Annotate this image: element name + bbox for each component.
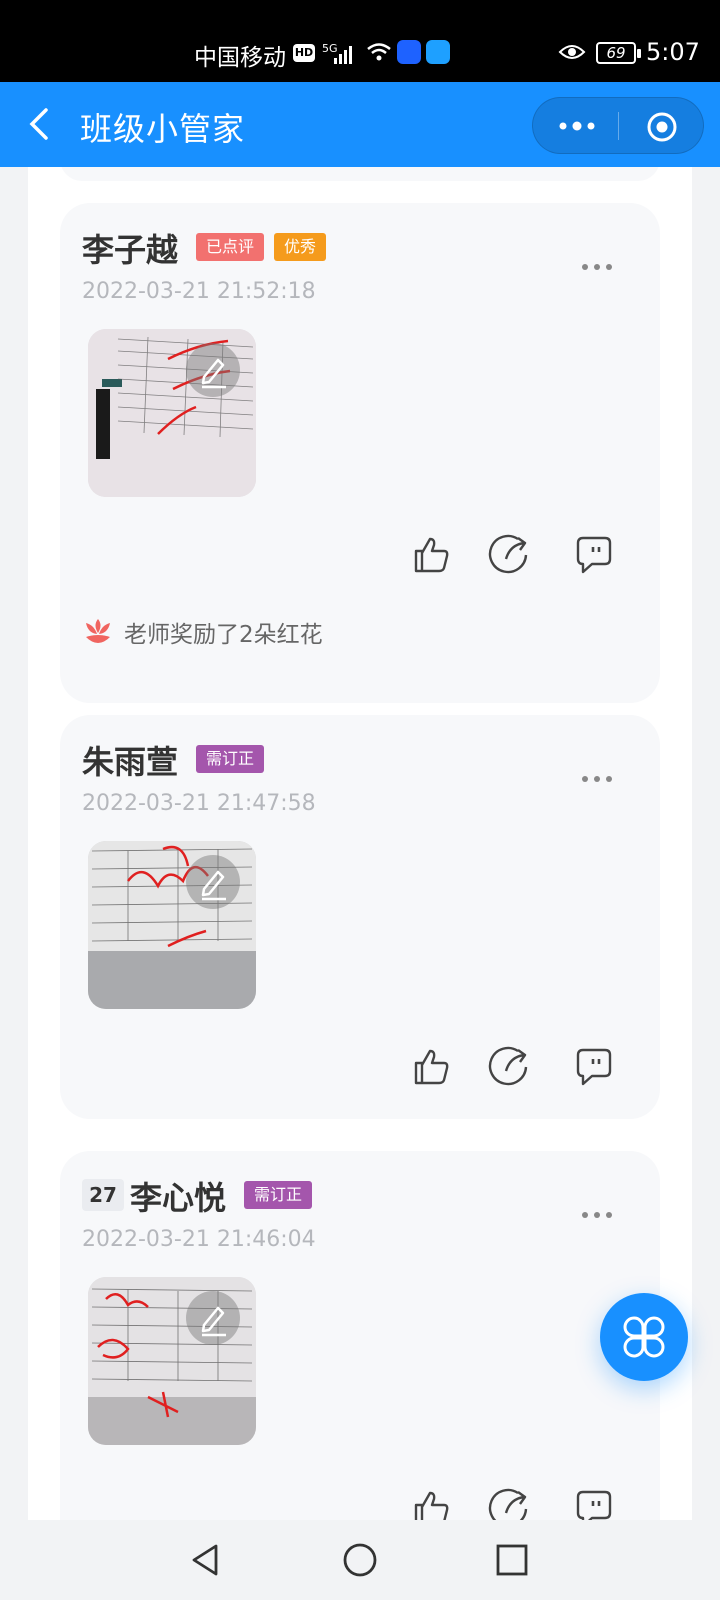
post-time: 2022-03-21 21:52:18	[82, 279, 316, 304]
quick-menu-button[interactable]	[600, 1293, 688, 1381]
status-badge-excellent: 优秀	[274, 233, 327, 261]
status-bar: 中国移动 HD 5G 69 5:07	[0, 0, 720, 82]
comment-icon[interactable]	[572, 533, 616, 577]
home-circle-icon[interactable]	[340, 1540, 380, 1580]
like-icon[interactable]	[408, 533, 452, 577]
page-title: 班级小管家	[80, 110, 246, 148]
post-actions	[408, 1045, 618, 1089]
status-badge-reviewed: 已点评	[196, 233, 265, 261]
eye-comfort-icon	[558, 45, 586, 59]
homework-photo[interactable]	[88, 841, 256, 1009]
homework-photo[interactable]	[88, 329, 256, 497]
clock: 5:07	[646, 38, 700, 66]
share-icon[interactable]	[488, 1487, 532, 1520]
clover-grid-icon	[623, 1316, 665, 1358]
student-number-badge: 27	[82, 1179, 124, 1211]
app-bulb-icon	[397, 40, 421, 64]
post-actions	[408, 1487, 618, 1520]
post-actions	[408, 533, 618, 577]
more-dots-icon[interactable]	[557, 112, 597, 140]
app-search-icon	[426, 40, 450, 64]
homework-photo[interactable]	[88, 1277, 256, 1445]
status-badge-correction: 需订正	[196, 745, 265, 773]
like-icon[interactable]	[408, 1045, 452, 1089]
status-badge-correction: 需订正	[244, 1181, 313, 1209]
share-icon[interactable]	[488, 533, 532, 577]
system-navigation-bar	[0, 1520, 720, 1600]
post-card: 李子越 已点评 优秀 2022-03-21 21:52:18 老师奖励了2朵红花	[60, 203, 660, 703]
chevron-left-icon[interactable]	[22, 104, 58, 144]
post-card: 27 李心悦 需订正 2022-03-21 21:46:04	[60, 1151, 660, 1520]
target-close-icon[interactable]	[645, 110, 679, 144]
signal-icon	[334, 46, 352, 64]
comment-icon[interactable]	[572, 1045, 616, 1089]
capsule-divider	[618, 112, 619, 140]
annotate-button[interactable]	[186, 1291, 240, 1345]
pen-icon	[201, 870, 226, 901]
recents-square-icon[interactable]	[492, 1540, 532, 1580]
post-time: 2022-03-21 21:47:58	[82, 791, 316, 816]
more-icon[interactable]	[580, 773, 614, 785]
back-triangle-icon[interactable]	[186, 1540, 226, 1580]
more-icon[interactable]	[580, 261, 614, 273]
student-name: 李心悦	[130, 1179, 227, 1217]
hd-icon: HD	[293, 44, 315, 62]
post-time: 2022-03-21 21:46:04	[82, 1227, 316, 1252]
previous-card	[60, 167, 660, 181]
more-icon[interactable]	[580, 1209, 614, 1221]
annotate-button[interactable]	[186, 343, 240, 397]
student-name: 朱雨萱	[82, 743, 179, 781]
share-icon[interactable]	[488, 1045, 532, 1089]
pen-icon	[201, 1306, 226, 1337]
battery-icon: 69	[596, 42, 641, 64]
student-name: 李子越	[82, 231, 179, 269]
reward-text: 老师奖励了2朵红花	[124, 622, 323, 648]
red-flower-icon	[86, 619, 110, 643]
pen-icon	[201, 358, 226, 389]
miniapp-capsule	[532, 97, 704, 154]
post-card: 朱雨萱 需订正 2022-03-21 21:47:58	[60, 715, 660, 1119]
annotate-button[interactable]	[186, 855, 240, 909]
app-header: 班级小管家	[0, 82, 720, 167]
carrier-label: 中国移动	[194, 45, 286, 71]
wifi-icon	[367, 43, 391, 61]
comment-icon[interactable]	[572, 1487, 616, 1520]
like-icon[interactable]	[408, 1487, 452, 1520]
feed-panel: 李子越 已点评 优秀 2022-03-21 21:52:18 老师奖励了2朵红花…	[28, 167, 692, 1520]
